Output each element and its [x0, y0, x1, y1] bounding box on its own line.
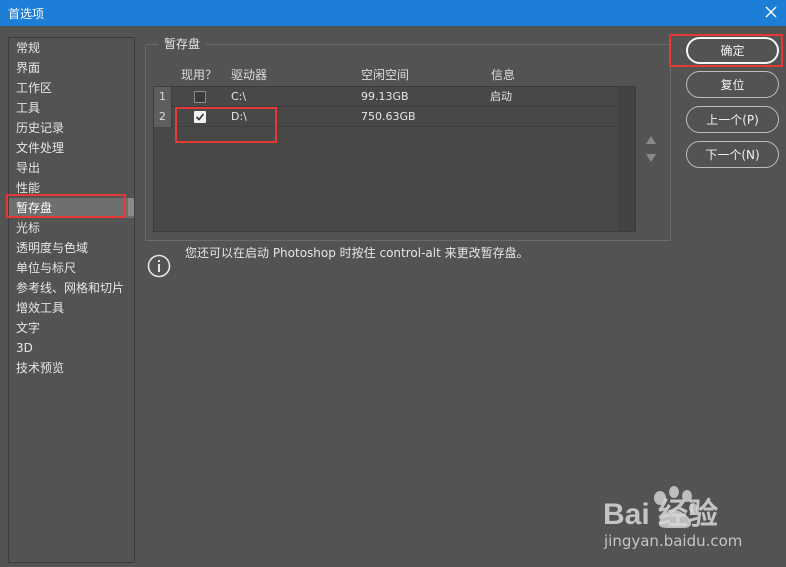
sidebar-item-file-handling[interactable]: 文件处理	[9, 138, 134, 158]
info-icon	[147, 254, 171, 278]
sidebar-item-guides-grid-slices[interactable]: 参考线、网格和切片	[9, 278, 134, 298]
sidebar-item-workspace[interactable]: 工作区	[9, 78, 134, 98]
sidebar-item-3d[interactable]: 3D	[9, 338, 134, 358]
column-header-info: 信息	[491, 68, 516, 82]
highlight-scratch-disks	[6, 194, 126, 218]
move-up-icon[interactable]	[645, 134, 657, 146]
group-title: 暂存盘	[158, 35, 207, 52]
row-number: 1	[154, 87, 172, 107]
watermark-url: jingyan.baidu.com	[604, 532, 743, 550]
sidebar-item-general[interactable]: 常规	[9, 38, 134, 58]
column-header-drive: 驱动器	[231, 68, 268, 82]
previous-button[interactable]: 上一个(P)	[686, 106, 779, 133]
sidebar-item-interface[interactable]: 界面	[9, 58, 134, 78]
sidebar-item-type[interactable]: 文字	[9, 318, 134, 338]
sidebar-item-plugins[interactable]: 增效工具	[9, 298, 134, 318]
window-title: 首选项	[8, 7, 45, 21]
drive-cell: C:\	[231, 90, 247, 103]
info-cell: 启动	[490, 90, 512, 103]
sidebar-item-history[interactable]: 历史记录	[9, 118, 134, 138]
sidebar-item-transparency-gamut[interactable]: 透明度与色域	[9, 238, 134, 258]
reset-button[interactable]: 复位	[686, 71, 779, 98]
column-header-active: 现用？	[181, 68, 218, 82]
highlight-d-drive-checkbox	[175, 107, 277, 143]
close-icon[interactable]	[760, 1, 782, 23]
preferences-sidebar: 常规 界面 工作区 工具 历史记录 文件处理 导出 性能 暂存盘 光标 透明度与…	[8, 37, 135, 563]
free-space-cell: 99.13GB	[361, 90, 409, 103]
watermark-brand: Bai 经验	[603, 497, 718, 531]
row-number: 2	[154, 107, 172, 127]
info-message: 您还可以在启动 Photoshop 时按住 control-alt 来更改暂存盘…	[185, 246, 529, 260]
sidebar-scrollbar[interactable]	[128, 198, 134, 216]
sidebar-item-technology-previews[interactable]: 技术预览	[9, 358, 134, 378]
title-bar: 首选项	[0, 0, 786, 26]
sidebar-item-export[interactable]: 导出	[9, 158, 134, 178]
sidebar-item-tools[interactable]: 工具	[9, 98, 134, 118]
free-space-cell: 750.63GB	[361, 110, 416, 123]
move-down-icon[interactable]	[645, 152, 657, 164]
table-scrollbar[interactable]	[618, 87, 635, 231]
next-button[interactable]: 下一个(N)	[686, 141, 779, 168]
ok-button[interactable]: 确定	[686, 37, 779, 64]
sidebar-item-cursors[interactable]: 光标	[9, 218, 134, 238]
table-row[interactable]: 1 C:\ 99.13GB 启动	[154, 87, 618, 107]
column-header-free-space: 空闲空间	[361, 68, 410, 82]
sidebar-item-units-rulers[interactable]: 单位与标尺	[9, 258, 134, 278]
active-checkbox[interactable]	[194, 91, 206, 103]
